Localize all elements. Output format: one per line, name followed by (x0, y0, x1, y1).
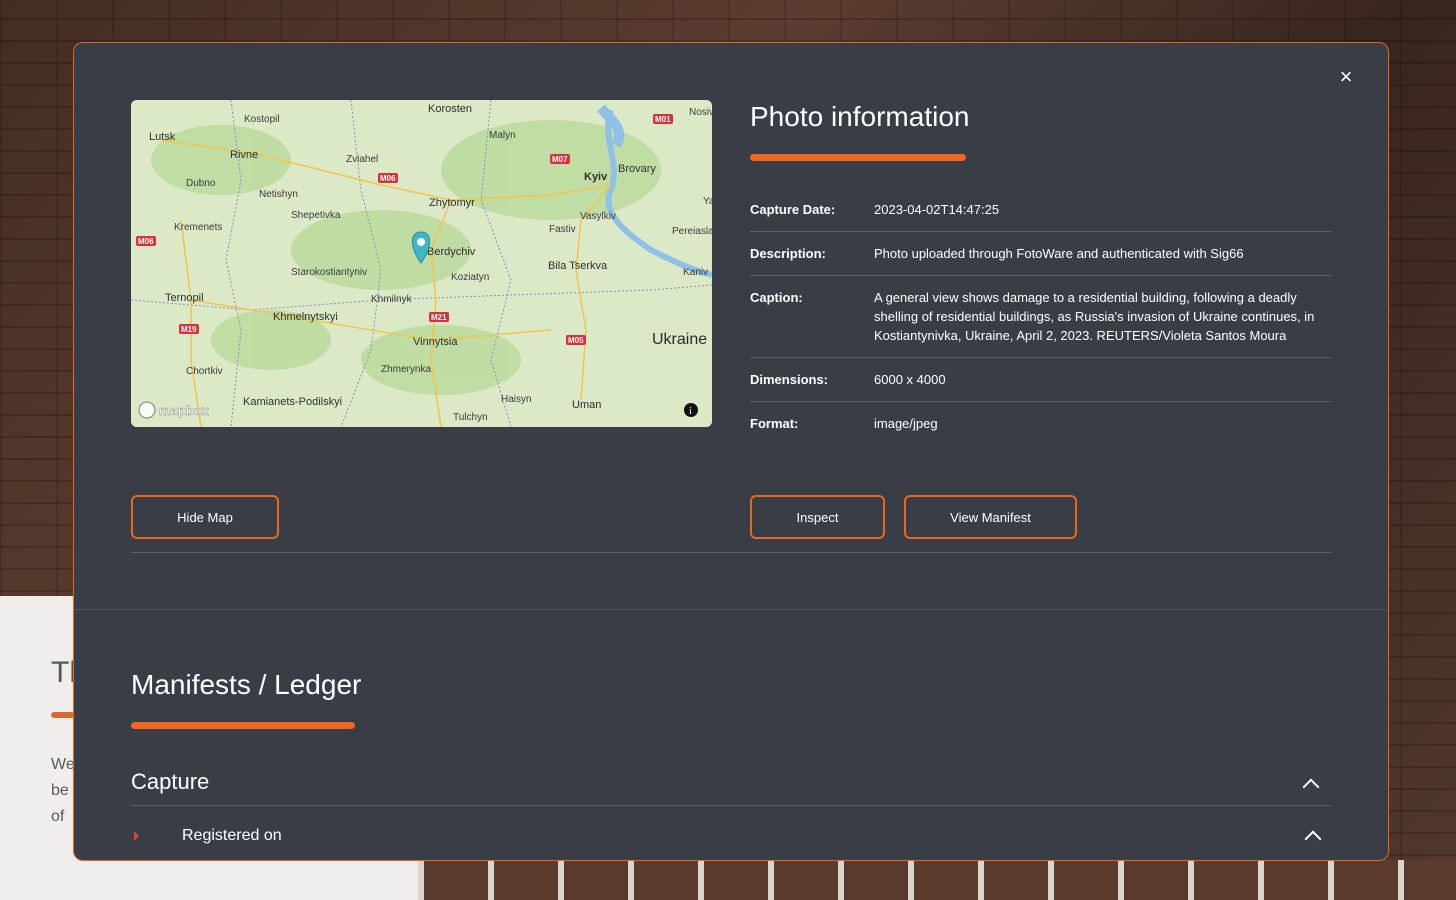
city-label: Khmilnyk (371, 294, 413, 305)
view-manifest-button[interactable]: View Manifest (904, 495, 1077, 539)
info-key: Capture Date: (750, 202, 836, 217)
section-divider (74, 609, 1388, 610)
location-map[interactable]: M01 M07 M06 M06 M21 M19 M05 Korosten Kos… (131, 100, 712, 427)
registered-on-accordion[interactable]: Registered on (131, 819, 1331, 855)
info-value: 2023-04-02T14:47:25 (874, 202, 1000, 217)
info-row: Description: Photo uploaded through Foto… (750, 232, 1331, 276)
city-label: Kamianets-Podilskyi (243, 396, 342, 408)
city-label: Brovary (618, 163, 656, 175)
road-badge: M19 (179, 324, 199, 334)
info-value: Photo uploaded through FotoWare and auth… (874, 246, 1244, 261)
info-row: Caption: A general view shows damage to … (750, 276, 1331, 358)
city-label: Malyn (489, 130, 516, 141)
svg-text:M01: M01 (655, 115, 671, 124)
svg-text:M21: M21 (431, 313, 447, 322)
capture-label: Capture (131, 769, 210, 794)
city-label: Korosten (428, 103, 472, 115)
city-label: Kyiv (584, 171, 608, 183)
title-underline (750, 154, 966, 161)
city-label: Bila Tserkva (548, 260, 608, 272)
registered-on-label: Registered on (182, 827, 282, 844)
info-row: Format: image/jpeg (750, 402, 1331, 445)
svg-text:M19: M19 (181, 325, 197, 334)
svg-text:M05: M05 (568, 336, 584, 345)
photo-info-table: Capture Date: 2023-04-02T14:47:25 Descri… (750, 188, 1331, 445)
city-label: Tulchyn (453, 412, 488, 423)
city-label: Shepetivka (291, 210, 341, 221)
background-window-frame (418, 860, 1456, 900)
info-key: Dimensions: (750, 372, 829, 387)
info-row: Dimensions: 6000 x 4000 (750, 358, 1331, 402)
city-label: Vasylkiv (580, 211, 616, 222)
info-key: Caption: (750, 290, 803, 305)
info-value: image/jpeg (874, 416, 938, 431)
photo-info-title: Photo information (750, 101, 970, 132)
city-label: Khmelnytskyi (273, 311, 338, 323)
caret-right-icon (134, 831, 139, 841)
road-badge: M01 (653, 114, 673, 124)
city-label: Pereiaslav (672, 226, 712, 237)
inspect-button[interactable]: Inspect (750, 495, 885, 539)
city-label: Kremenets (174, 222, 222, 233)
info-key: Description: (750, 246, 826, 261)
city-label: Zviahel (346, 154, 378, 165)
photo-info-modal: × M01 M07 M06 M06 M21 M19 M05 Korosten K… (73, 42, 1389, 861)
city-label: Haisyn (501, 394, 532, 405)
info-icon[interactable]: i (684, 403, 698, 417)
mapbox-logo: mapbox (138, 401, 210, 419)
city-label: Lutsk (149, 131, 176, 143)
city-label: Netishyn (259, 189, 298, 200)
info-value: 6000 x 4000 (874, 372, 946, 387)
svg-text:M07: M07 (552, 155, 568, 164)
country-label: Ukraine (652, 331, 707, 348)
road-badge: M06 (136, 236, 156, 246)
road-badge: M06 (378, 173, 398, 183)
city-label: Zhytomyr (429, 197, 475, 209)
capture-accordion-header[interactable]: Capture (131, 763, 1331, 806)
svg-text:M06: M06 (138, 237, 154, 246)
info-value: A general view shows damage to a residen… (874, 290, 1315, 343)
city-label: Dubno (186, 178, 216, 189)
city-label: Ya (703, 196, 712, 207)
info-row: Capture Date: 2023-04-02T14:47:25 (750, 188, 1331, 232)
city-label: Zhmerynka (381, 364, 431, 375)
chevron-up-icon[interactable] (1304, 830, 1322, 848)
title-underline (131, 722, 355, 729)
svg-text:mapbox: mapbox (159, 403, 210, 418)
city-label: Ternopil (165, 292, 204, 304)
close-icon[interactable]: × (1336, 66, 1356, 88)
info-key: Format: (750, 416, 799, 431)
svg-text:i: i (689, 406, 692, 417)
city-label: Chortkiv (186, 366, 223, 377)
city-label: Uman (572, 399, 601, 411)
city-label: Koziatyn (451, 272, 489, 283)
city-label: Kostopil (244, 114, 280, 125)
chevron-up-icon[interactable] (1302, 778, 1320, 796)
city-label: Berdychiv (427, 246, 476, 258)
svg-text:M06: M06 (380, 174, 396, 183)
city-label: Starokostiantyniv (291, 267, 367, 278)
ledger-title: Manifests / Ledger (131, 669, 362, 700)
city-label: Rivne (230, 149, 258, 161)
road-badge: M21 (429, 312, 449, 322)
road-badge: M07 (550, 154, 570, 164)
map-canvas: M01 M07 M06 M06 M21 M19 M05 Korosten Kos… (131, 100, 712, 427)
city-label: Fastiv (549, 224, 576, 235)
city-label: Nosiv (689, 107, 712, 118)
hide-map-button[interactable]: Hide Map (131, 495, 279, 539)
road-badge: M05 (566, 335, 586, 345)
city-label: Kaniv (683, 267, 708, 278)
city-label: Vinnytsia (413, 336, 458, 348)
divider (131, 552, 1331, 553)
